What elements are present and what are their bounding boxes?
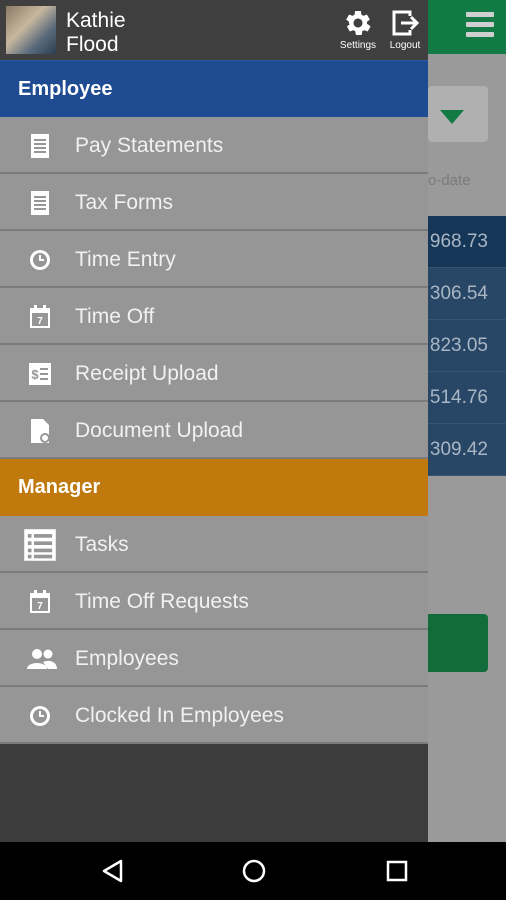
- clock-icon: [30, 250, 50, 270]
- menu-item-label: Pay Statements: [75, 134, 224, 157]
- menu-item-label: Receipt Upload: [75, 362, 219, 385]
- svg-text:$: $: [31, 367, 39, 382]
- menu-item-label: Document Upload: [75, 419, 244, 442]
- menu-item-label: Time Entry: [75, 248, 176, 271]
- settings-button[interactable]: Settings: [336, 8, 380, 51]
- document-upload-icon: [31, 419, 50, 443]
- svg-text:7: 7: [37, 601, 43, 612]
- menu-item-tasks[interactable]: Tasks: [0, 516, 428, 573]
- document-icon: [31, 191, 49, 215]
- manager-section-header: Manager: [0, 459, 428, 516]
- menu-item-time-off-requests[interactable]: 7 Time Off Requests: [0, 573, 428, 630]
- gear-icon: [345, 10, 371, 35]
- menu-item-label: Time Off Requests: [75, 590, 249, 613]
- menu-item-receipt-upload[interactable]: $ Receipt Upload: [0, 345, 428, 402]
- settings-label: Settings: [339, 40, 377, 51]
- back-icon[interactable]: [100, 858, 126, 884]
- task-list-icon: [24, 529, 56, 561]
- employee-section-header: Employee: [0, 60, 428, 117]
- amount-row[interactable]: 514.76: [428, 372, 506, 424]
- menu-item-time-off[interactable]: 7 Time Off: [0, 288, 428, 345]
- menu-item-employees[interactable]: Employees: [0, 630, 428, 687]
- primary-button[interactable]: [428, 614, 488, 672]
- menu-item-label: Clocked In Employees: [75, 704, 284, 727]
- home-icon[interactable]: [241, 858, 267, 884]
- menu-item-pay-statements[interactable]: Pay Statements: [0, 117, 428, 174]
- navigation-drawer: Kathie Flood Settings Logout Employee Pa…: [0, 0, 428, 842]
- dropdown-arrow-icon: [440, 110, 464, 124]
- user-last-name: Flood: [66, 33, 119, 56]
- amount-row[interactable]: 968.73: [428, 216, 506, 268]
- calendar-icon: 7: [30, 305, 50, 328]
- logout-label: Logout: [389, 40, 421, 51]
- logout-icon: [392, 10, 420, 36]
- ytd-label: o-date: [428, 172, 471, 189]
- menu-item-clocked-in-employees[interactable]: Clocked In Employees: [0, 687, 428, 744]
- drawer-header: Kathie Flood Settings Logout: [0, 0, 428, 60]
- menu-item-tax-forms[interactable]: Tax Forms: [0, 174, 428, 231]
- menu-item-label: Tax Forms: [75, 191, 174, 214]
- receipt-icon: $: [29, 363, 51, 385]
- clock-icon: [30, 706, 50, 726]
- user-first-name: Kathie: [66, 9, 126, 32]
- logout-button[interactable]: Logout: [383, 8, 427, 51]
- amount-list: 968.73 306.54 823.05 514.76 309.42: [428, 216, 506, 476]
- system-nav-bar: [0, 842, 506, 900]
- menu-item-label: Time Off: [75, 305, 155, 328]
- menu-item-time-entry[interactable]: Time Entry: [0, 231, 428, 288]
- amount-row[interactable]: 823.05: [428, 320, 506, 372]
- hamburger-menu-icon[interactable]: [466, 12, 494, 40]
- recent-apps-icon[interactable]: [384, 858, 410, 884]
- user-name: Kathie Flood: [66, 9, 186, 57]
- calendar-icon: 7: [30, 590, 50, 613]
- menu-item-label: Employees: [75, 647, 179, 670]
- document-icon: [31, 134, 49, 158]
- people-icon: [27, 649, 57, 669]
- menu-item-document-upload[interactable]: Document Upload: [0, 402, 428, 459]
- svg-text:7: 7: [37, 316, 43, 327]
- amount-row[interactable]: 306.54: [428, 268, 506, 320]
- avatar[interactable]: [6, 6, 56, 54]
- menu-item-label: Tasks: [75, 533, 129, 556]
- amount-row[interactable]: 309.42: [428, 424, 506, 476]
